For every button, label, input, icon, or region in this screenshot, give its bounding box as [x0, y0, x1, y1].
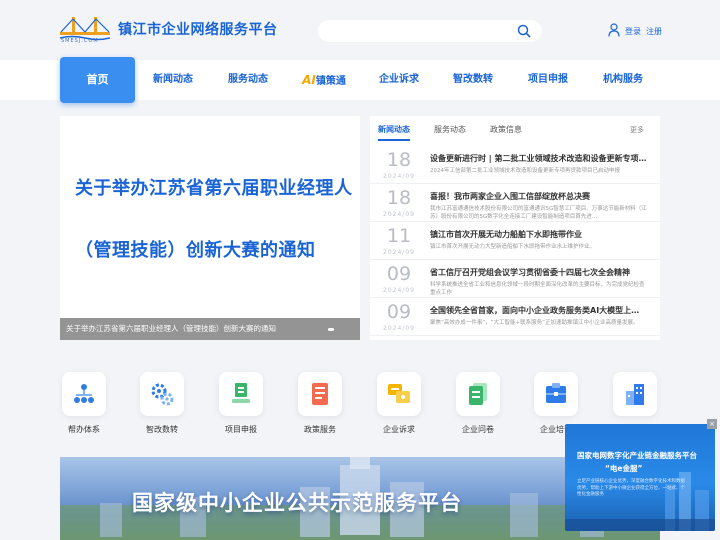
news-day: 09: [386, 301, 412, 323]
service-assist-system[interactable]: 帮办体系: [59, 372, 109, 438]
news-desc: 2024年工信部第二批工业领域技术改造和设备更新专项再贷款项目已启动申报: [430, 168, 620, 174]
news-month: 2024/09: [383, 249, 415, 256]
ad-skyline-image: [565, 472, 715, 531]
news-desc: 我市江苏富通通信技术股份有限公司的富通通讯5G智慧工厂项目、万事达节能新材料（江…: [430, 206, 647, 220]
login-link[interactable]: 登录: [625, 26, 641, 37]
nav-item-service-news[interactable]: 服务动态: [225, 60, 271, 100]
site-title[interactable]: 镇江市企业网络服务平台: [118, 19, 278, 39]
training-icon: [546, 383, 566, 403]
nav-item-policy-label: 镇策通: [315, 76, 346, 87]
nav-item-digital[interactable]: 智改数转: [450, 60, 496, 100]
news-title: 设备更新进行时 | 第二批工业领域技术改造和设备更新专项…: [430, 154, 647, 163]
nav-item-projects[interactable]: 项目申报: [525, 60, 571, 100]
news-day: 11: [386, 225, 412, 247]
nav-item-appeals[interactable]: 企业诉求: [376, 60, 422, 100]
headline-banner[interactable]: 关于举办江苏省第六届职业经理人 （管理技能）创新大赛的通知 关于举办江苏省第六届…: [60, 116, 360, 340]
logo-subtext: SMESJ.COM: [61, 38, 99, 44]
gears-icon: [151, 383, 174, 406]
news-item[interactable]: 11 2024/09 镇江市首次开展无动力船舶下水即拖带作业 镇江市首次开展无动…: [370, 222, 660, 260]
building-icon: [626, 384, 644, 405]
news-day: 18: [386, 187, 412, 209]
banner-headline-line2: （管理技能）创新大赛的通知: [75, 240, 316, 261]
search-input[interactable]: [318, 20, 542, 42]
service-digital-transform[interactable]: 智改数转: [137, 372, 187, 438]
active-tab-underline: [378, 139, 410, 141]
tab-policy-info[interactable]: 政策信息: [490, 124, 522, 135]
news-month: 2024/09: [383, 287, 415, 294]
news-title: 喜报！我市两家企业入围工信部绽放杯总决赛: [430, 192, 590, 201]
news-day: 09: [386, 263, 412, 285]
service-label: 企业诉求: [383, 425, 415, 434]
service-label: 项目申报: [225, 425, 257, 434]
search-icon[interactable]: [517, 24, 531, 38]
news-month: 2024/09: [383, 325, 415, 332]
service-label: 帮办体系: [68, 425, 100, 434]
nav-item-policy-ai[interactable]: AI镇策通: [300, 60, 348, 100]
feedback-icon: [388, 384, 410, 403]
banner-headline-line1: 关于举办江苏省第六届职业经理人: [75, 178, 353, 199]
policy-doc-icon: [312, 383, 328, 405]
news-desc: 聚焦“高效办成一件事”，“大工智能+联系服务”正加速助推镇江中小企业高质量发展。: [430, 320, 639, 326]
news-title: 全国领先全省首家，面向中小企业政务服务类AI大模型上…: [430, 306, 640, 315]
news-desc: 科学系统推进全省工业和信息化领域一段时期全面深化改革的主要目标，为完成党纪检查重…: [430, 282, 645, 296]
news-item[interactable]: 09 2024/09 省工信厅召开党组会议学习贯彻省委十四届七次全会精神 科学系…: [370, 260, 660, 298]
news-item[interactable]: 18 2024/09 设备更新进行时 | 第二批工业领域技术改造和设备更新专项……: [370, 146, 660, 184]
service-label: 政策服务: [304, 425, 336, 434]
register-link[interactable]: 注册: [646, 26, 662, 37]
tab-news[interactable]: 新闻动态: [378, 124, 410, 135]
banner-caption: 关于举办江苏省第六届职业经理人（管理技能）创新大赛的通知: [66, 324, 276, 333]
service-questionnaire[interactable]: 企业问卷: [453, 372, 503, 438]
nav-home-button[interactable]: 首页: [60, 57, 135, 103]
service-policy[interactable]: 政策服务: [295, 372, 345, 438]
user-icon[interactable]: [608, 23, 620, 37]
banner-caption-bar: 关于举办江苏省第六届职业经理人（管理技能）创新大赛的通知: [60, 318, 360, 340]
news-panel: 新闻动态 服务动态 政策信息 更多 18 2024/09 设备更新进行时 | 第…: [370, 116, 660, 340]
site-header: SMESJ.COM 镇江市企业网络服务平台 登录 注册: [0, 0, 720, 60]
questionnaire-icon: [469, 383, 487, 405]
tab-service-news[interactable]: 服务动态: [434, 124, 466, 135]
news-item[interactable]: 09 2024/09 全国领先全省首家，面向中小企业政务服务类AI大模型上… 聚…: [370, 298, 660, 336]
news-desc: 镇江市首次开展无动力大型新造船舶下水即拖带作业水上维护作业。: [430, 244, 596, 250]
ad-title: 国家电网数字化产业链金融服务平台: [577, 451, 697, 460]
news-title: 镇江市首次开展无动力船舶下水即拖带作业: [430, 230, 582, 239]
news-day: 18: [386, 149, 412, 171]
news-item[interactable]: 18 2024/09 喜报！我市两家企业入围工信部绽放杯总决赛 我市江苏富通通信…: [370, 184, 660, 222]
org-chart-icon: [74, 384, 94, 403]
service-label: 智改数转: [146, 425, 178, 434]
ad-close-button[interactable]: ×: [707, 419, 717, 429]
ai-badge: AI: [302, 73, 316, 87]
ad-subtitle: “电e金服”: [605, 464, 643, 473]
nav-item-agencies[interactable]: 机构服务: [600, 60, 646, 100]
news-month: 2024/09: [383, 211, 415, 218]
news-month: 2024/09: [383, 173, 415, 180]
floating-ad[interactable]: 国家电网数字化产业链金融服务平台 “电e金服” 立足产业链核心企业优势，深度融合…: [565, 424, 715, 531]
ad-description: 立足产业链核心企业优势，深度融合数字化技术和数据优势，帮助上下游中小微企业获得全…: [577, 479, 685, 497]
news-more-link[interactable]: 更多: [630, 125, 644, 135]
service-label: 企业问卷: [462, 425, 494, 434]
carousel-indicator[interactable]: [328, 328, 334, 331]
demo-platform-title: 国家级中小企业公共示范服务平台: [132, 491, 462, 515]
nav-item-news[interactable]: 新闻动态: [150, 60, 196, 100]
stamp-icon: [232, 383, 250, 403]
service-appeals[interactable]: 企业诉求: [374, 372, 424, 438]
news-title: 省工信厅召开党组会议学习贯彻省委十四届七次全会精神: [430, 268, 630, 277]
service-project-apply[interactable]: 项目申报: [216, 372, 266, 438]
